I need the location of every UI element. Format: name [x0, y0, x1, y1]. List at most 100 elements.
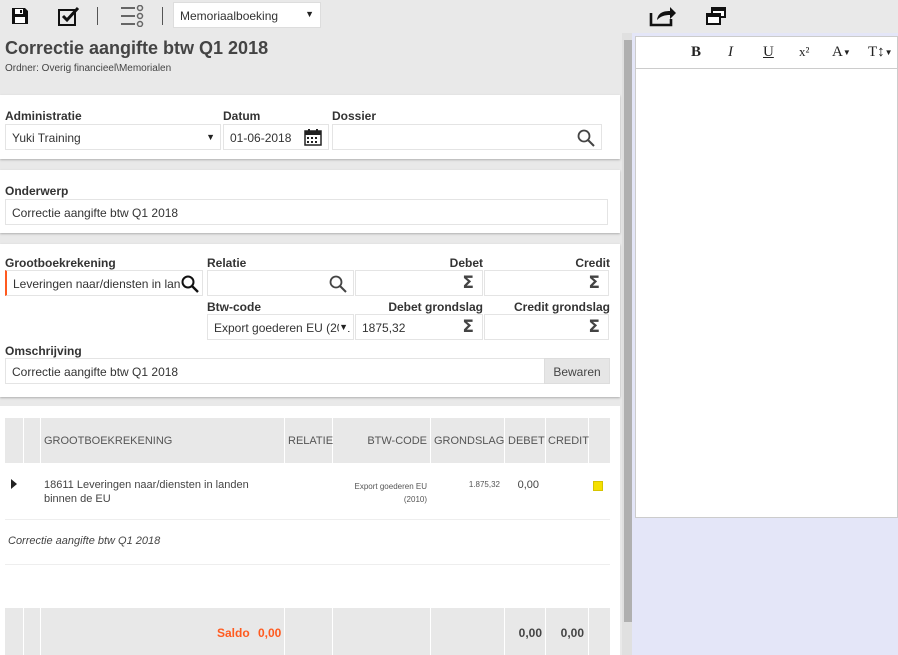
notes-panel: B I U x² A▼ T↕▼ [632, 33, 898, 655]
underline-button[interactable]: U [763, 44, 774, 61]
column-divider [23, 608, 24, 655]
saldo-value: 0,00 [258, 626, 282, 640]
table-header: GROOTBOEKREKENING RELATIE BTW-CODE GROND… [5, 418, 610, 463]
caret-down-icon: ▼ [884, 48, 893, 58]
text-size-label: T↕ [868, 44, 885, 60]
relatie-field[interactable] [207, 270, 354, 296]
row-btw-code-line1: Export goederen EU [354, 482, 428, 491]
row-divider [5, 564, 610, 565]
sigma-icon[interactable]: Σ [588, 317, 600, 337]
sigma-icon[interactable]: Σ [588, 273, 600, 293]
grootboek-label: Grootboekrekening [5, 256, 116, 270]
font-color-label: A [832, 44, 843, 60]
rich-text-editor[interactable]: B I U x² A▼ T↕▼ [635, 36, 898, 518]
row-grootboek-line2: binnen de EU [44, 493, 111, 505]
search-icon[interactable] [329, 275, 347, 295]
column-header-debet[interactable]: DEBET [508, 435, 545, 447]
column-header-btw-code[interactable]: BTW-CODE [336, 435, 427, 447]
save-icon[interactable] [8, 4, 32, 28]
grootboek-value: Leveringen naar/diensten in lande [13, 277, 194, 291]
relatie-label: Relatie [207, 256, 247, 270]
column-divider [588, 608, 589, 655]
onderwerp-value: Correctie aangifte btw Q1 2018 [12, 206, 179, 220]
journal-form-panel: Correctie aangifte btw Q1 2018 Ordner: O… [0, 33, 622, 655]
administratie-select[interactable]: Yuki Training ▼ [5, 124, 221, 150]
datum-field[interactable]: 01-06-2018 [223, 124, 329, 150]
datum-value: 01-06-2018 [230, 131, 292, 145]
checklist-icon[interactable] [57, 4, 81, 28]
column-divider [332, 608, 333, 655]
journal-type-value: Memoriaalboeking [180, 9, 279, 23]
column-divider [545, 418, 546, 463]
text-size-button[interactable]: T↕▼ [868, 44, 893, 61]
editor-toolbar: B I U x² A▼ T↕▼ [636, 37, 897, 69]
debet-label: Debet [449, 256, 483, 270]
entries-table: GROOTBOEKREKENING RELATIE BTW-CODE GROND… [0, 406, 620, 655]
italic-button[interactable]: I [728, 44, 733, 61]
status-indicator [593, 481, 603, 491]
caret-down-icon: ▼ [842, 48, 851, 58]
chevron-down-icon: ▼ [305, 9, 314, 19]
scrollbar-thumb[interactable] [624, 40, 632, 622]
expand-row-icon[interactable] [11, 479, 17, 489]
entry-description: Correctie aangifte btw Q1 2018 [8, 535, 161, 547]
row-grootboek: 18611 Leveringen naar/diensten in landen… [44, 478, 249, 506]
omschrijving-field[interactable]: Correctie aangifte btw Q1 2018 [5, 358, 545, 384]
superscript-button[interactable]: x² [799, 44, 809, 60]
folder-path: Ordner: Overig financieel\Memorialen [5, 63, 172, 74]
bold-button[interactable]: B [691, 44, 701, 61]
dossier-field[interactable] [332, 124, 602, 150]
column-header-credit[interactable]: CREDIT [548, 435, 589, 447]
onderwerp-label: Onderwerp [5, 184, 69, 198]
debet-grondslag-field[interactable]: 1875,32 Σ [355, 314, 483, 340]
chevron-down-icon: ▼ [206, 132, 215, 142]
row-grootboek-line1: 18611 Leveringen naar/diensten in landen [44, 479, 249, 491]
onderwerp-field[interactable]: Correctie aangifte btw Q1 2018 [5, 199, 608, 225]
chevron-down-icon: ▼ [339, 322, 348, 332]
credit-field[interactable]: Σ [484, 270, 609, 296]
toolbar-divider [97, 7, 98, 25]
column-header-relatie[interactable]: RELATIE [288, 435, 333, 447]
omschrijving-label: Omschrijving [5, 344, 82, 358]
column-divider [40, 608, 41, 655]
entry-card: Grootboekrekening Leveringen naar/dienst… [0, 244, 620, 397]
table-footer: Saldo 0,00 0,00 0,00 [5, 608, 610, 655]
column-divider [430, 608, 431, 655]
debet-field[interactable]: Σ [355, 270, 483, 296]
sigma-icon[interactable]: Σ [462, 317, 474, 337]
share-export-icon[interactable] [649, 4, 677, 28]
toolbar-divider [162, 7, 163, 25]
credit-grondslag-label: Credit grondslag [513, 300, 610, 314]
debet-grondslag-label: Debet grondslag [388, 300, 483, 314]
grootboek-input[interactable]: Leveringen naar/diensten in lande [5, 270, 203, 296]
debet-grondslag-value: 1875,32 [362, 321, 406, 335]
calendar-icon[interactable] [304, 129, 322, 149]
journal-type-select[interactable]: Memoriaalboeking ▼ [173, 2, 321, 28]
main-toolbar: Memoriaalboeking ▼ [0, 0, 632, 33]
column-divider [545, 608, 546, 655]
column-divider [284, 418, 285, 463]
row-btw-code-line2: (2010) [403, 495, 427, 504]
font-color-button[interactable]: A▼ [832, 44, 851, 61]
dossier-label: Dossier [332, 109, 377, 123]
list-settings-icon[interactable] [120, 4, 144, 28]
sigma-icon[interactable]: Σ [462, 273, 474, 293]
save-button[interactable]: Bewaren [544, 358, 610, 384]
search-icon[interactable] [181, 275, 199, 295]
subject-card: Onderwerp Correctie aangifte btw Q1 2018 [0, 170, 620, 233]
saldo-label: Saldo [217, 626, 250, 640]
column-header-grondslag[interactable]: GRONDSLAG [434, 435, 504, 447]
right-toolbar [632, 0, 898, 33]
btw-code-value: Export goederen EU (201 [214, 321, 351, 335]
multiple-windows-icon[interactable] [704, 4, 728, 28]
btw-code-select[interactable]: Export goederen EU (201 ▼ [207, 314, 354, 340]
datum-label: Datum [223, 109, 261, 123]
column-divider [40, 418, 41, 463]
omschrijving-value: Correctie aangifte btw Q1 2018 [12, 365, 179, 379]
search-icon[interactable] [577, 129, 595, 149]
column-header-grootboekrekening[interactable]: GROOTBOEKREKENING [44, 435, 172, 447]
row-divider [5, 519, 610, 520]
administratie-label: Administratie [5, 109, 82, 123]
credit-grondslag-field[interactable]: Σ [484, 314, 609, 340]
row-grondslag: 1.875,32 [468, 480, 500, 489]
